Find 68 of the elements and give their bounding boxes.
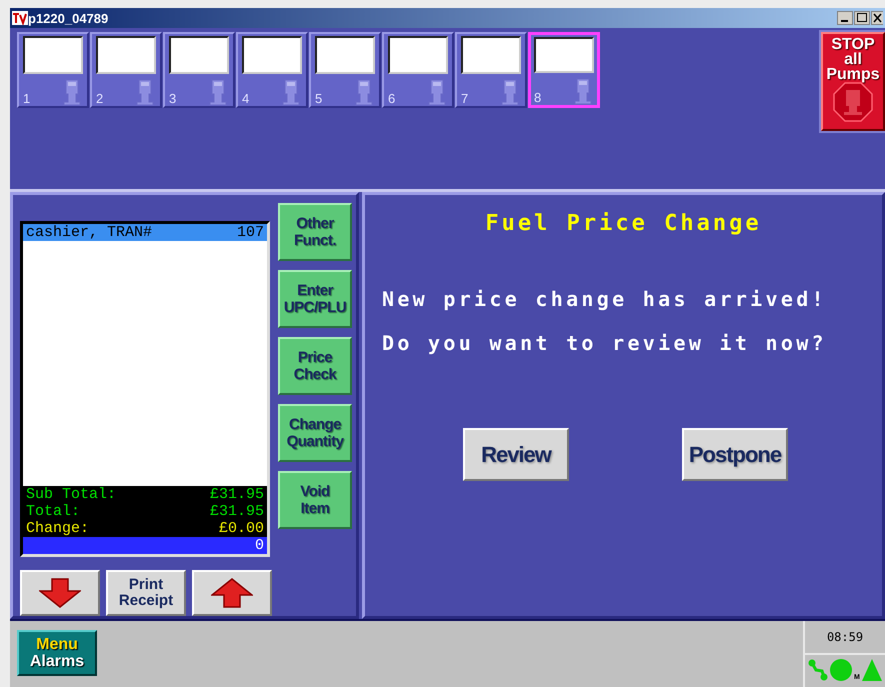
postpone-button[interactable]: Postpone [682,428,788,481]
function-button[interactable]: Void Item [278,471,352,529]
total-value: £31.95 [210,503,264,520]
close-icon[interactable] [871,11,883,25]
menu-alarms-button[interactable]: Menu Alarms [17,630,97,676]
status-triangle-icon [862,659,882,681]
pump-number: 5 [315,91,322,106]
clock: 08:59 [805,621,885,655]
pump-display [96,36,156,74]
pump-number: 4 [242,91,250,106]
pump-button[interactable]: 8 [528,32,600,108]
connection-icon [808,659,828,681]
total-label: Change: [26,520,90,537]
pump-display [534,37,594,73]
pump-number: 7 [461,91,468,106]
pump-number: 1 [23,91,30,106]
print-receipt-button[interactable]: Print Receipt [106,570,186,616]
maximize-icon[interactable] [854,11,870,25]
up-arrow-icon [211,578,253,608]
down-arrow-icon [39,578,81,608]
transaction-number: 107 [236,224,264,241]
total-label: Sub Total: [26,486,116,503]
function-button[interactable]: Change Quantity [278,404,352,462]
dialog-title: Fuel Price Change [484,211,763,236]
fuel-pump-icon [426,78,448,106]
review-button[interactable]: Review [463,428,569,481]
window-title: p1220_04789 [28,10,110,26]
pump-button[interactable]: 5 [309,32,381,108]
pump-button[interactable]: 7 [455,32,527,108]
fuel-pump-icon [134,78,156,106]
stop-all-pumps-button[interactable]: STOP all Pumps [821,32,885,131]
dialog-message: New price change has arrived! [382,286,828,313]
pump-button[interactable]: 2 [90,32,162,108]
pump-number: 2 [96,91,104,106]
pump-display [388,36,448,74]
pump-display [242,36,302,74]
dialog-message: Do you want to review it now? [382,330,828,357]
scroll-down-button[interactable] [20,570,100,616]
pump-display [169,36,229,74]
pump-number: 8 [534,90,542,105]
scroll-up-button[interactable] [192,570,272,616]
pump-button[interactable]: 1 [17,32,89,108]
stop-pump-icon [833,82,873,122]
total-label: Total: [26,503,80,520]
pump-display [23,36,83,74]
app-logo-icon [12,11,28,25]
function-button[interactable]: Enter UPC/PLU [278,270,352,328]
pump-number: 3 [169,91,176,106]
status-circle-icon [830,659,852,681]
entry-field[interactable]: 0 [23,537,267,554]
fuel-pump-icon [61,78,83,106]
fuel-pump-icon [353,78,375,106]
pump-button[interactable]: 4 [236,32,308,108]
fuel-pump-icon [207,78,229,106]
cashier-label: cashier, TRAN# [26,224,152,241]
function-button[interactable]: Other Funct. [278,203,352,261]
pump-display [315,36,375,74]
total-value: £31.95 [210,486,264,503]
pump-display [461,36,521,74]
minimize-icon[interactable] [837,11,853,25]
function-button[interactable]: Price Check [278,337,352,395]
total-value: £0.00 [218,520,264,537]
pump-button[interactable]: 6 [382,32,454,108]
pump-number: 6 [388,91,396,106]
fuel-pump-icon [572,77,594,105]
fuel-pump-icon [499,78,521,106]
pump-button[interactable]: 3 [163,32,235,108]
fuel-pump-icon [280,78,302,106]
